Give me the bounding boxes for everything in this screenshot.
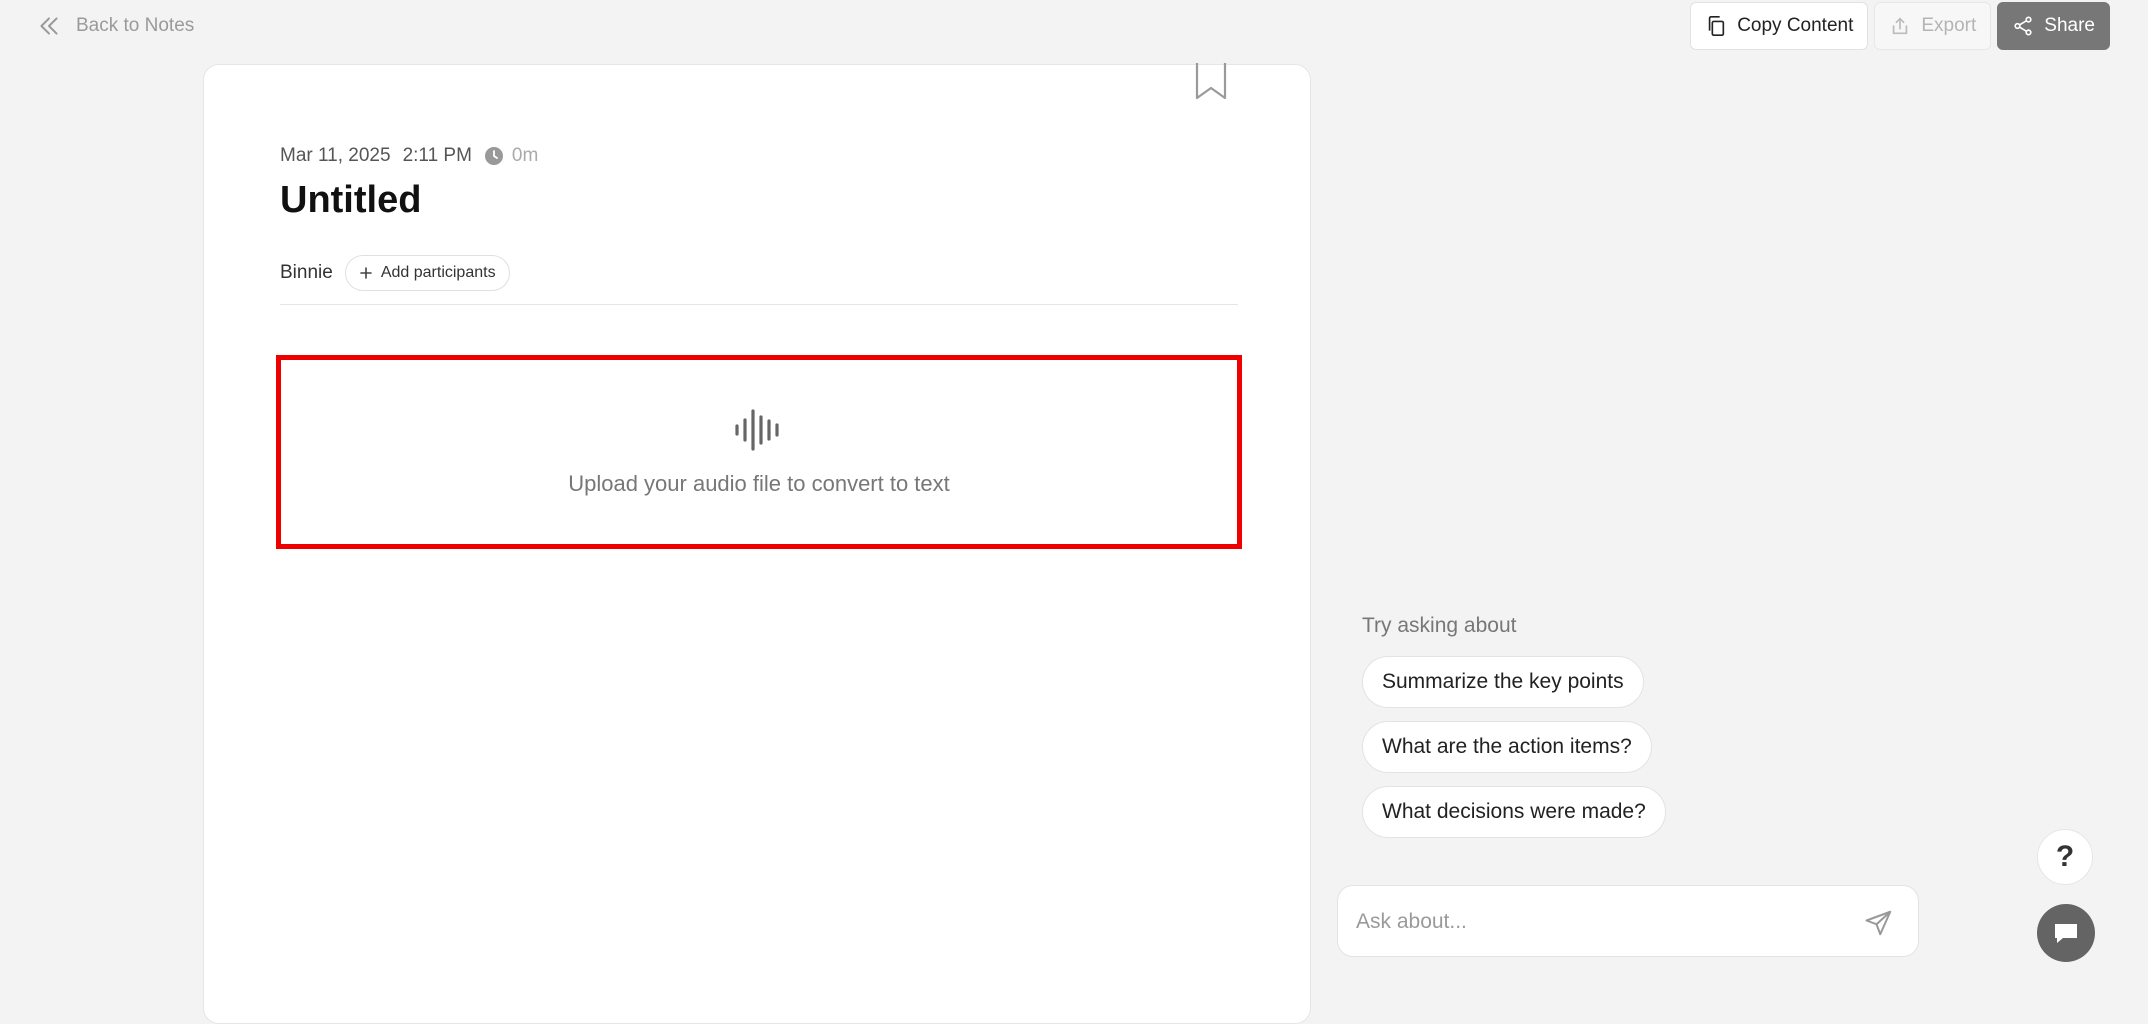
export-button[interactable]: Export <box>1874 2 1992 50</box>
note-duration: 0m <box>484 145 538 167</box>
participants-row: Binnie Add participants <box>280 255 510 291</box>
top-bar: Back to Notes Copy Content Export Share <box>0 0 2148 52</box>
upload-text: Upload your audio file to convert to tex… <box>568 471 950 496</box>
note-card: Mar 11, 2025 2:11 PM 0m Untitled Binnie … <box>203 63 1311 1024</box>
divider <box>280 304 1238 305</box>
copy-content-button[interactable]: Copy Content <box>1690 2 1869 50</box>
help-button[interactable]: ? <box>2037 829 2093 885</box>
plus-icon <box>360 267 372 279</box>
copy-content-label: Copy Content <box>1737 15 1854 36</box>
copy-icon <box>1708 16 1725 36</box>
clock-icon <box>484 147 503 165</box>
note-title[interactable]: Untitled <box>280 179 421 222</box>
suggestions-title: Try asking about <box>1362 614 1517 637</box>
note-time: 2:11 PM <box>402 145 472 166</box>
ask-input[interactable] <box>1356 904 1836 940</box>
add-participants-label: Add participants <box>380 264 496 281</box>
export-label: Export <box>1921 15 1977 36</box>
suggestion-chip[interactable]: What decisions were made? <box>1362 786 1666 838</box>
share-button[interactable]: Share <box>1997 2 2110 50</box>
audio-upload-area[interactable]: Upload your audio file to convert to tex… <box>276 355 1242 549</box>
participant-name: Binnie <box>280 262 333 283</box>
chat-icon <box>2055 924 2077 943</box>
add-participants-button[interactable]: Add participants <box>344 255 510 291</box>
bookmark-icon[interactable] <box>1194 63 1228 101</box>
back-to-notes-link[interactable]: Back to Notes <box>36 14 194 38</box>
send-icon[interactable] <box>1864 908 1894 938</box>
double-chevron-left-icon <box>40 17 58 35</box>
note-date: Mar 11, 2025 <box>280 145 391 166</box>
export-icon <box>1893 17 1908 35</box>
suggestion-chip[interactable]: What are the action items? <box>1362 721 1652 773</box>
back-label: Back to Notes <box>76 15 195 36</box>
suggestion-chip[interactable]: Summarize the key points <box>1362 656 1644 708</box>
note-meta: Mar 11, 2025 2:11 PM 0m <box>280 145 538 167</box>
share-label: Share <box>2044 15 2095 36</box>
audio-wave-icon <box>735 409 779 451</box>
ask-box <box>1337 885 1919 957</box>
top-actions: Copy Content Export Share <box>1690 2 2110 50</box>
chat-button[interactable] <box>2037 904 2095 962</box>
duration-value: 0m <box>511 145 539 166</box>
share-icon <box>2014 16 2032 36</box>
